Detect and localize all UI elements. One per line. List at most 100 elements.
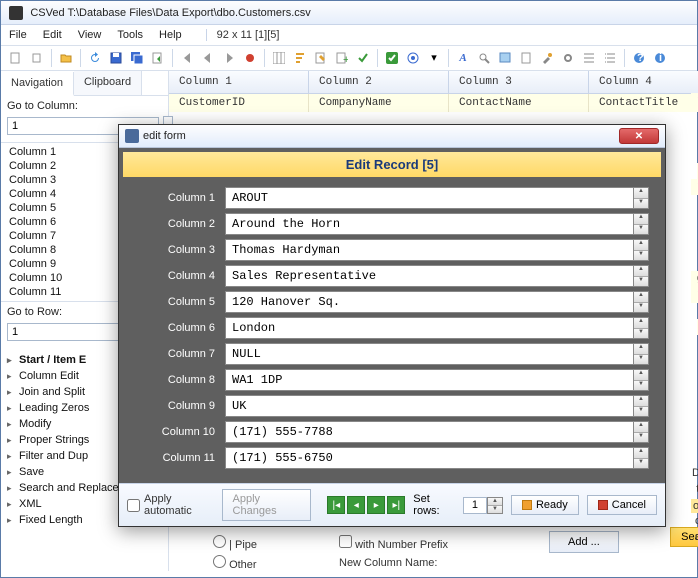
tab-navigation[interactable]: Navigation	[1, 72, 74, 96]
radio-other[interactable]: Other	[213, 555, 257, 571]
field-spinner[interactable]: ▲▼	[633, 369, 649, 391]
rec-icon[interactable]	[241, 49, 259, 67]
menu-view[interactable]: View	[78, 29, 102, 41]
ready-button[interactable]: Ready	[511, 495, 579, 515]
column-header[interactable]: Column 3	[449, 71, 589, 93]
cancel-button[interactable]: Cancel	[587, 495, 657, 515]
column-header[interactable]: Column 2	[309, 71, 449, 93]
check-icon[interactable]	[354, 49, 372, 67]
field-spinner[interactable]: ▲▼	[633, 343, 649, 365]
nav-last-button[interactable]: ▸|	[387, 496, 405, 514]
field-spinner[interactable]: ▲▼	[633, 213, 649, 235]
bg-fragment: Date F	[692, 467, 698, 479]
new-icon[interactable]	[7, 49, 25, 67]
nav-prev-button[interactable]: ◂	[347, 496, 365, 514]
refresh-icon[interactable]	[86, 49, 104, 67]
nav-next-button[interactable]: ▸	[367, 496, 385, 514]
field-spinner[interactable]: ▲▼	[633, 395, 649, 417]
field-spinner[interactable]: ▲▼	[633, 239, 649, 261]
other-radio[interactable]	[213, 555, 226, 568]
grid-icon[interactable]	[270, 49, 288, 67]
field-input-3[interactable]	[225, 239, 633, 261]
menu-help[interactable]: Help	[159, 29, 182, 41]
cell[interactable]: ContactName	[449, 94, 589, 112]
nav-next-icon[interactable]	[220, 49, 238, 67]
tab-clipboard[interactable]: Clipboard	[74, 71, 142, 95]
field-input-11[interactable]	[225, 447, 633, 469]
help-icon[interactable]: ?	[630, 49, 648, 67]
add-record-icon[interactable]: +8	[333, 49, 351, 67]
field-input-4[interactable]	[225, 265, 633, 287]
table-row[interactable]: CustomerIDCompanyNameContactNameContactT…	[169, 94, 698, 112]
target-icon[interactable]	[404, 49, 422, 67]
cell[interactable]: CompanyName	[309, 94, 449, 112]
close-button[interactable]: ✕	[619, 128, 659, 144]
field-input-2[interactable]	[225, 213, 633, 235]
nav-first-icon[interactable]	[178, 49, 196, 67]
set-rows-spinner[interactable]: ▲▼	[487, 497, 503, 514]
field-input-7[interactable]	[225, 343, 633, 365]
field-input-8[interactable]	[225, 369, 633, 391]
nav-first-button[interactable]: |◂	[327, 496, 345, 514]
grid-header: Column 1Column 2Column 3Column 4	[169, 71, 698, 94]
num-prefix-check[interactable]	[339, 535, 352, 548]
save-icon[interactable]	[107, 49, 125, 67]
cell[interactable]: ContactTitle	[589, 94, 698, 112]
apply-changes-button[interactable]: Apply Changes	[222, 489, 312, 521]
checkbox-number-prefix[interactable]: with Number Prefix	[339, 535, 448, 551]
gear-icon[interactable]	[559, 49, 577, 67]
column-header[interactable]: Column 4	[589, 71, 698, 93]
cell[interactable]: CustomerID	[169, 94, 309, 112]
info-icon[interactable]: i	[651, 49, 669, 67]
goto-column-label: Go to Column:	[1, 96, 168, 116]
tools-icon[interactable]	[538, 49, 556, 67]
sort-icon[interactable]	[291, 49, 309, 67]
radio-pipe[interactable]: | Pipe	[213, 535, 257, 551]
field-spinner[interactable]: ▲▼	[633, 291, 649, 313]
field-label: Column 8	[135, 374, 215, 386]
field-input-1[interactable]	[225, 187, 633, 209]
svg-text:i: i	[659, 52, 662, 64]
ready-icon	[522, 500, 532, 510]
check2-icon[interactable]	[383, 49, 401, 67]
copy-icon[interactable]	[28, 49, 46, 67]
field-spinner[interactable]: ▲▼	[633, 317, 649, 339]
window-icon[interactable]	[496, 49, 514, 67]
field-spinner[interactable]: ▲▼	[633, 447, 649, 469]
bg-fragment: rese	[691, 179, 698, 195]
main-toolbar: +8 ▾ A ? i	[1, 46, 697, 71]
field-input-10[interactable]	[225, 421, 633, 443]
menu-file[interactable]: File	[9, 29, 27, 41]
add-button[interactable]: Add ...	[549, 531, 619, 553]
list-icon[interactable]	[580, 49, 598, 67]
down-icon[interactable]: ▾	[425, 49, 443, 67]
field-input-5[interactable]	[225, 291, 633, 313]
menu-edit[interactable]: Edit	[43, 29, 62, 41]
open-icon[interactable]	[57, 49, 75, 67]
field-input-9[interactable]	[225, 395, 633, 417]
search-icon[interactable]	[475, 49, 493, 67]
edit-record-icon[interactable]	[312, 49, 330, 67]
field-label: Column 2	[135, 218, 215, 230]
column-header[interactable]: Column 1	[169, 71, 309, 93]
field-spinner[interactable]: ▲▼	[633, 265, 649, 287]
new-column-label: New Column Name:	[339, 557, 437, 569]
field-input-6[interactable]	[225, 317, 633, 339]
list2-icon[interactable]	[601, 49, 619, 67]
field-label: Column 10	[135, 426, 215, 438]
font-icon[interactable]: A	[454, 49, 472, 67]
export-icon[interactable]	[149, 49, 167, 67]
set-rows-input[interactable]	[463, 497, 487, 514]
menu-tools[interactable]: Tools	[117, 29, 143, 41]
pipe-radio[interactable]	[213, 535, 226, 548]
doc-icon[interactable]	[517, 49, 535, 67]
field-spinner[interactable]: ▲▼	[633, 187, 649, 209]
field-spinner[interactable]: ▲▼	[633, 421, 649, 443]
apply-automatic-check[interactable]: Apply automatic	[127, 493, 214, 517]
svg-text:+8: +8	[343, 54, 348, 64]
field-label: Column 9	[135, 400, 215, 412]
search-button[interactable]: Search	[670, 527, 698, 547]
nav-prev-icon[interactable]	[199, 49, 217, 67]
bg-fragment: g Ma	[691, 271, 698, 287]
save-all-icon[interactable]	[128, 49, 146, 67]
